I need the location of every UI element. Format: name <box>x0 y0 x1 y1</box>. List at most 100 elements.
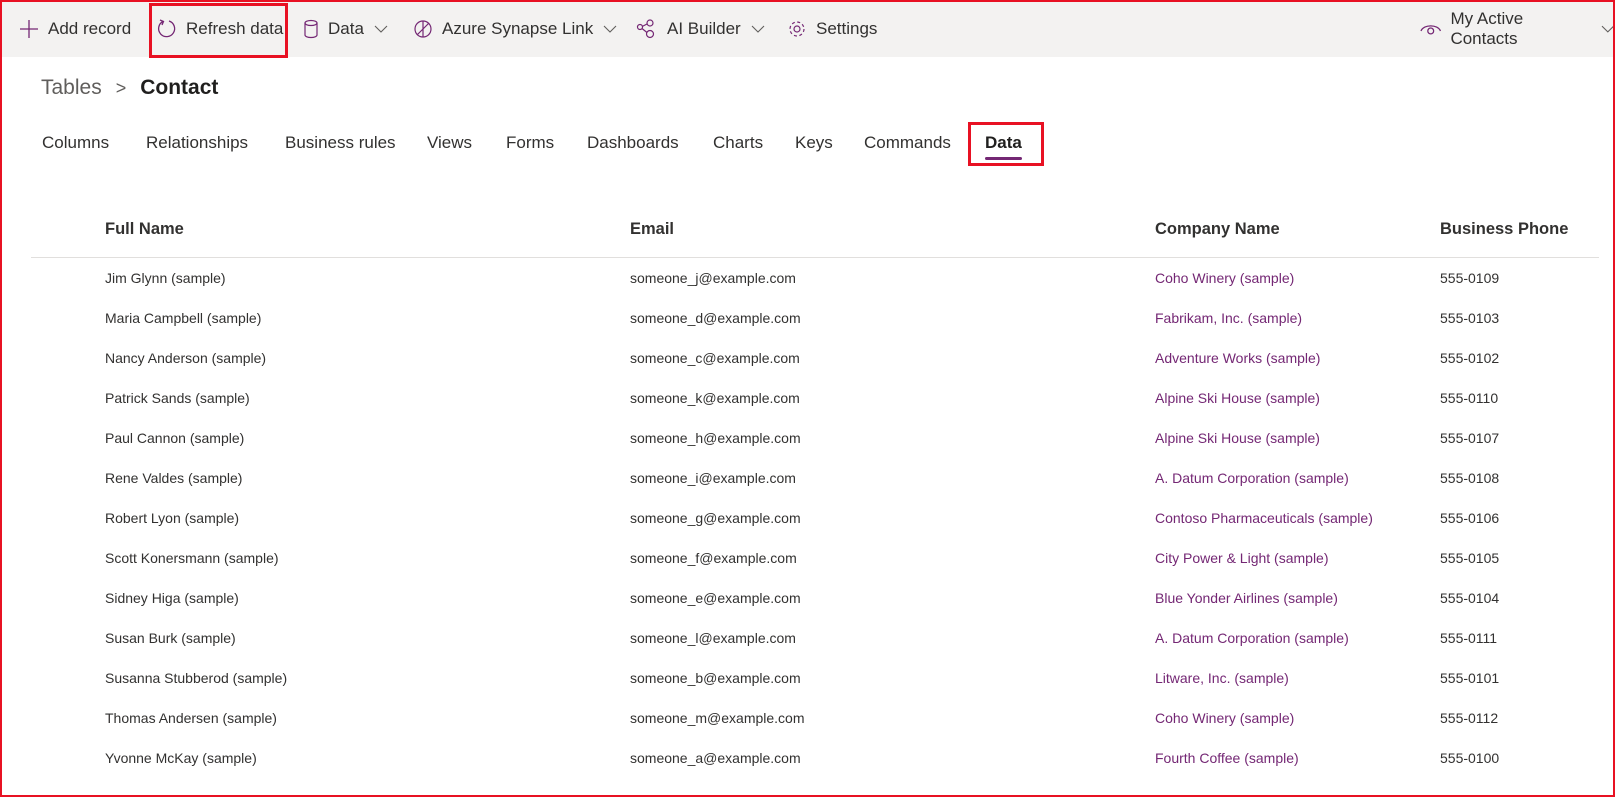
table-row[interactable]: Thomas Andersen (sample) someone_m@exampl… <box>0 698 1615 738</box>
data-menu-button[interactable]: Data <box>303 0 388 57</box>
settings-button[interactable]: Settings <box>787 0 877 57</box>
table-row[interactable]: Rene Valdes (sample) someone_i@example.co… <box>0 458 1615 498</box>
full-name-cell: Scott Konersmann (sample) <box>105 550 279 566</box>
tab-keys[interactable]: Keys <box>795 133 833 153</box>
database-icon <box>304 19 318 38</box>
email-cell: someone_l@example.com <box>630 630 796 646</box>
settings-label: Settings <box>816 18 878 38</box>
azure-synapse-link-button[interactable]: Azure Synapse Link <box>413 0 617 57</box>
full-name-cell: Jim Glynn (sample) <box>105 270 226 286</box>
eye-icon <box>1420 24 1442 35</box>
column-header-business-phone[interactable]: Business Phone <box>1440 220 1568 239</box>
tab-relationships[interactable]: Relationships <box>146 133 248 153</box>
tab-views[interactable]: Views <box>427 133 472 153</box>
column-header-full-name[interactable]: Full Name <box>105 220 184 239</box>
data-tab-highlight-box <box>968 122 1044 166</box>
ai-builder-icon <box>636 18 655 38</box>
full-name-cell: Robert Lyon (sample) <box>105 510 240 526</box>
company-name-link[interactable]: Fabrikam, Inc. (sample) <box>1155 310 1302 326</box>
company-name-link[interactable]: Adventure Works (sample) <box>1155 350 1320 366</box>
business-phone-cell: 555-0108 <box>1440 470 1500 486</box>
breadcrumb-separator-icon: > <box>115 77 127 98</box>
table-row[interactable]: Robert Lyon (sample) someone_g@example.co… <box>0 498 1615 538</box>
table-row[interactable]: Patrick Sands (sample) someone_k@example.… <box>0 378 1615 418</box>
tab-charts[interactable]: Charts <box>713 133 763 153</box>
email-cell: someone_j@example.com <box>630 270 796 286</box>
business-phone-cell: 555-0107 <box>1440 430 1500 446</box>
company-name-link[interactable]: Fourth Coffee (sample) <box>1155 750 1299 766</box>
add-record-label: Add record <box>48 18 132 38</box>
business-phone-cell: 555-0109 <box>1440 270 1500 286</box>
business-phone-cell: 555-0112 <box>1440 710 1499 726</box>
full-name-cell: Thomas Andersen (sample) <box>105 710 277 726</box>
full-name-cell: Patrick Sands (sample) <box>105 390 250 406</box>
email-cell: someone_f@example.com <box>630 550 797 566</box>
chevron-down-icon <box>751 25 765 33</box>
business-phone-cell: 555-0110 <box>1440 390 1499 406</box>
command-bar: Add record Refresh data Data Azure Synap… <box>0 0 1615 58</box>
tab-columns[interactable]: Columns <box>42 133 109 153</box>
full-name-cell: Rene Valdes (sample) <box>105 470 243 486</box>
email-cell: someone_a@example.com <box>630 750 801 766</box>
table-row[interactable]: Susanna Stubberod (sample) someone_b@exam… <box>0 658 1615 698</box>
ai-builder-label: AI Builder <box>667 18 741 38</box>
column-header-company-name[interactable]: Company Name <box>1155 220 1280 239</box>
full-name-cell: Yvonne McKay (sample) <box>105 750 257 766</box>
full-name-cell: Maria Campbell (sample) <box>105 310 262 326</box>
refresh-highlight-box <box>149 3 288 58</box>
company-name-link[interactable]: A. Datum Corporation (sample) <box>1155 470 1349 486</box>
tab-commands[interactable]: Commands <box>864 133 951 153</box>
company-name-link[interactable]: Coho Winery (sample) <box>1155 270 1294 286</box>
business-phone-cell: 555-0111 <box>1440 630 1498 646</box>
view-selector[interactable]: My Active Contacts <box>1420 0 1615 57</box>
ai-builder-button[interactable]: AI Builder <box>636 0 765 57</box>
table-row[interactable]: Susan Burk (sample) someone_l@example.com… <box>0 618 1615 658</box>
company-name-link[interactable]: Contoso Pharmaceuticals (sample) <box>1155 510 1373 526</box>
page-title: Contact <box>140 76 219 99</box>
email-cell: someone_b@example.com <box>630 670 801 686</box>
company-name-link[interactable]: A. Datum Corporation (sample) <box>1155 630 1349 646</box>
email-cell: someone_i@example.com <box>630 470 796 486</box>
business-phone-cell: 555-0104 <box>1440 590 1500 606</box>
table-row[interactable]: Nancy Anderson (sample) someone_c@example… <box>0 338 1615 378</box>
table-row[interactable]: Yvonne McKay (sample) someone_a@example.c… <box>0 738 1615 778</box>
chevron-down-icon <box>1601 25 1615 33</box>
table-row[interactable]: Jim Glynn (sample) someone_j@example.com C… <box>0 258 1615 298</box>
full-name-cell: Sidney Higa (sample) <box>105 590 239 606</box>
business-phone-cell: 555-0102 <box>1440 350 1500 366</box>
full-name-cell: Susan Burk (sample) <box>105 630 236 646</box>
company-name-link[interactable]: Litware, Inc. (sample) <box>1155 670 1289 686</box>
breadcrumb-tables-link[interactable]: Tables <box>41 76 102 100</box>
company-name-link[interactable]: Coho Winery (sample) <box>1155 710 1294 726</box>
tab-dashboards[interactable]: Dashboards <box>587 133 679 153</box>
tab-business-rules[interactable]: Business rules <box>285 133 396 153</box>
business-phone-cell: 555-0106 <box>1440 510 1500 526</box>
email-cell: someone_h@example.com <box>630 430 801 446</box>
email-cell: someone_e@example.com <box>630 590 801 606</box>
company-name-link[interactable]: Alpine Ski House (sample) <box>1155 430 1320 446</box>
company-name-link[interactable]: City Power & Light (sample) <box>1155 550 1329 566</box>
company-name-link[interactable]: Blue Yonder Airlines (sample) <box>1155 590 1338 606</box>
business-phone-cell: 555-0100 <box>1440 750 1500 766</box>
email-cell: someone_d@example.com <box>630 310 801 326</box>
table-row[interactable]: Sidney Higa (sample) someone_e@example.co… <box>0 578 1615 618</box>
column-header-email[interactable]: Email <box>630 220 674 239</box>
tab-forms[interactable]: Forms <box>506 133 554 153</box>
table-row[interactable]: Paul Cannon (sample) someone_h@example.co… <box>0 418 1615 458</box>
chevron-down-icon <box>374 25 388 33</box>
company-name-link[interactable]: Alpine Ski House (sample) <box>1155 390 1320 406</box>
table-row[interactable]: Maria Campbell (sample) someone_d@example… <box>0 298 1615 338</box>
full-name-cell: Nancy Anderson (sample) <box>105 350 267 366</box>
business-phone-cell: 555-0105 <box>1440 550 1500 566</box>
business-phone-cell: 555-0101 <box>1440 670 1500 686</box>
data-menu-label: Data <box>328 18 364 38</box>
breadcrumb: Tables > Contact <box>41 76 218 100</box>
chevron-down-icon <box>603 25 617 33</box>
add-record-button[interactable]: Add record <box>19 0 131 57</box>
full-name-cell: Susanna Stubberod (sample) <box>105 670 288 686</box>
gear-icon <box>789 20 805 37</box>
full-name-cell: Paul Cannon (sample) <box>105 430 245 446</box>
view-selector-label: My Active Contacts <box>1450 8 1524 48</box>
table-row[interactable]: Scott Konersmann (sample) someone_f@examp… <box>0 538 1615 578</box>
synapse-icon <box>414 19 432 38</box>
